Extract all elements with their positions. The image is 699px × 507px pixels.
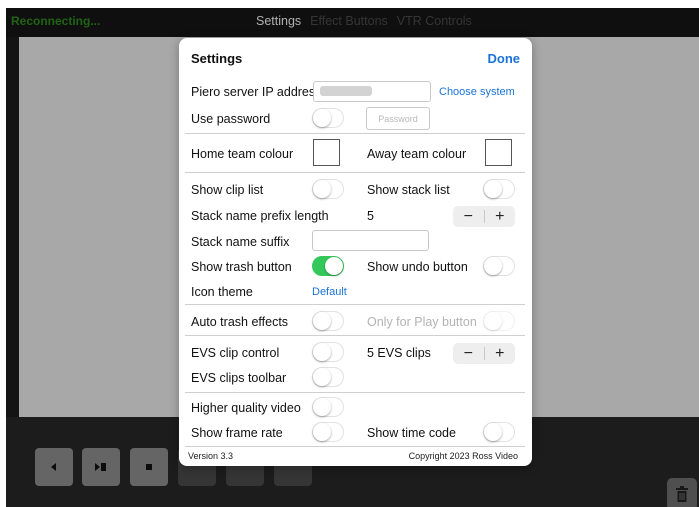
password-field[interactable]: Password xyxy=(366,107,430,130)
icon-theme-value[interactable]: Default xyxy=(312,286,347,298)
divider xyxy=(185,392,525,393)
stack-prefix-length-label: Stack name prefix length xyxy=(191,209,329,223)
away-team-colour-label: Away team colour xyxy=(367,147,467,161)
evs-clip-control-label: EVS clip control xyxy=(191,346,280,360)
divider xyxy=(185,172,525,173)
auto-trash-effects-toggle[interactable] xyxy=(312,311,344,331)
stack-name-suffix-field[interactable] xyxy=(312,230,429,251)
show-time-code-toggle[interactable] xyxy=(483,422,515,442)
choose-system-link[interactable]: Choose system xyxy=(439,86,515,98)
copyright-text: Copyright 2023 Ross Video xyxy=(408,451,518,461)
divider xyxy=(185,133,525,134)
done-button[interactable]: Done xyxy=(488,51,521,66)
show-frame-rate-toggle[interactable] xyxy=(312,422,344,442)
show-trash-button-label: Show trash button xyxy=(191,260,292,274)
auto-trash-effects-label: Auto trash effects xyxy=(191,315,289,329)
show-stack-list-label: Show stack list xyxy=(367,183,450,197)
show-clip-list-label: Show clip list xyxy=(191,183,264,197)
version-text: Version 3.3 xyxy=(188,451,234,461)
ip-address-value xyxy=(320,86,372,96)
stepper-decrement-button[interactable]: − xyxy=(453,343,484,364)
show-stack-list-toggle[interactable] xyxy=(483,179,515,199)
stack-prefix-length-value: 5 xyxy=(367,209,374,223)
ip-address-label: Piero server IP address xyxy=(191,85,322,99)
evs-clips-count-label: 5 EVS clips xyxy=(367,346,431,360)
stepper-increment-button[interactable]: + xyxy=(485,343,516,364)
settings-dialog: Settings Done Piero server IP address Ch… xyxy=(179,38,532,466)
show-trash-button-toggle[interactable] xyxy=(312,256,344,276)
evs-clip-control-toggle[interactable] xyxy=(312,342,344,362)
divider xyxy=(185,335,525,336)
evs-clips-toolbar-label: EVS clips toolbar xyxy=(191,371,287,385)
higher-quality-video-label: Higher quality video xyxy=(191,401,301,415)
show-undo-button-toggle[interactable] xyxy=(483,256,515,276)
icon-theme-label: Icon theme xyxy=(191,285,253,299)
only-for-play-button-toggle[interactable] xyxy=(483,311,515,331)
dialog-title: Settings xyxy=(191,51,243,66)
stack-name-suffix-label: Stack name suffix xyxy=(191,235,290,249)
home-team-colour-swatch[interactable] xyxy=(313,139,340,166)
evs-clips-toolbar-toggle[interactable] xyxy=(312,367,344,387)
show-clip-list-toggle[interactable] xyxy=(312,179,344,199)
use-password-label: Use password xyxy=(191,112,271,126)
stepper-decrement-button[interactable]: − xyxy=(453,206,484,227)
higher-quality-video-toggle[interactable] xyxy=(312,397,344,417)
show-time-code-label: Show time code xyxy=(367,426,456,440)
only-for-play-button-label: Only for Play button xyxy=(367,315,477,329)
show-undo-button-label: Show undo button xyxy=(367,260,468,274)
away-team-colour-swatch[interactable] xyxy=(485,139,512,166)
use-password-toggle[interactable] xyxy=(312,108,344,128)
show-frame-rate-label: Show frame rate xyxy=(191,426,283,440)
evs-clips-stepper: − + xyxy=(453,343,515,364)
divider xyxy=(185,304,525,305)
stepper-increment-button[interactable]: + xyxy=(485,206,516,227)
ip-address-field[interactable] xyxy=(313,81,431,102)
home-team-colour-label: Home team colour xyxy=(191,147,294,161)
divider xyxy=(185,446,525,447)
stack-prefix-stepper: − + xyxy=(453,206,515,227)
